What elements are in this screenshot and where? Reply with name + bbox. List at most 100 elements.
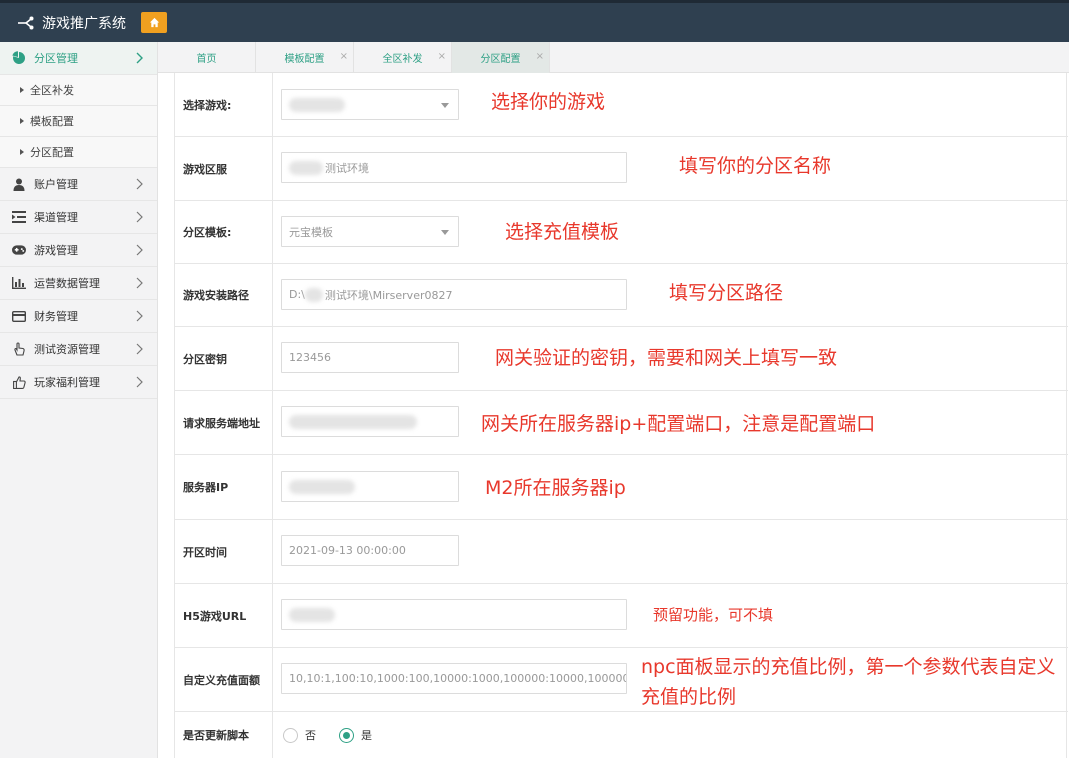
redacted-value — [289, 479, 355, 494]
thumbs-up-icon — [12, 375, 26, 389]
sidebar-item-label: 财务管理 — [34, 310, 78, 323]
update-label: 是否更新脚本 — [175, 712, 273, 758]
gamepad-icon — [12, 243, 26, 257]
sidebar-subitem-label: 全区补发 — [30, 84, 74, 97]
chevron-right-icon — [136, 52, 143, 64]
tab-home[interactable]: 首页 — [158, 42, 256, 73]
redacted-value — [289, 97, 345, 112]
sidebar-item-test-resource[interactable]: 测试资源管理 — [0, 333, 157, 366]
sidebar-item-label: 玩家福利管理 — [34, 376, 100, 389]
top-bar: 游戏推广系统 — [0, 0, 1069, 42]
install-path-input[interactable]: D:\ 测试环境\Mirserver0827 — [281, 279, 627, 310]
game-select[interactable] — [281, 89, 459, 120]
update-option-no[interactable]: 否 — [283, 727, 316, 743]
recharge-value: 10,10:1,100:10,1000:100,10000:1000,10000… — [289, 672, 627, 685]
radio-yes[interactable] — [339, 727, 354, 743]
form-row-game: 选择游戏: 选择你的游戏 — [175, 73, 1068, 137]
server-label: 游戏区服 — [175, 137, 273, 200]
hand-pointer-icon — [12, 342, 26, 356]
chevron-right-icon — [136, 310, 143, 322]
form-row-recharge: 自定义充值面额 10,10:1,100:10,1000:100,10000:10… — [175, 648, 1068, 712]
home-button[interactable] — [141, 12, 167, 33]
radio-label: 否 — [305, 729, 316, 742]
tab-label: 全区补发 — [382, 54, 423, 65]
radio-label: 是 — [361, 729, 372, 742]
note-ip: M2所在服务器ip — [485, 477, 626, 499]
partition-key-input[interactable]: 123456 — [281, 342, 459, 373]
form-row-path: 游戏安装路径 D:\ 测试环境\Mirserver0827 填写分区路径 — [175, 264, 1068, 327]
app-title: 游戏推广系统 — [42, 15, 126, 32]
close-icon[interactable]: × — [536, 52, 544, 62]
pie-chart-icon — [12, 51, 26, 65]
open-time-input[interactable]: 2021-09-13 00:00:00 — [281, 535, 459, 566]
sidebar-item-label: 游戏管理 — [34, 244, 78, 257]
h5-url-input[interactable] — [281, 599, 627, 630]
partition-config-form: 选择游戏: 选择你的游戏 游戏区服 测试环境 填写你的分区名称 分区模板: 元宝… — [174, 73, 1068, 758]
radio-no[interactable] — [283, 727, 298, 743]
sidebar-item-label: 账户管理 — [34, 178, 78, 191]
ip-label: 服务器IP — [175, 455, 273, 519]
sidebar-subitem-template[interactable]: 模板配置 — [0, 106, 157, 137]
sidebar-subitem-partition-config[interactable]: 分区配置 — [0, 137, 157, 168]
template-value: 元宝模板 — [289, 225, 333, 239]
key-placeholder: 123456 — [289, 351, 331, 364]
form-row-update: 是否更新脚本 否 是 — [175, 712, 1068, 758]
sidebar-item-partition[interactable]: 分区管理 — [0, 42, 157, 75]
server-ip-input[interactable] — [281, 471, 459, 502]
game-label: 选择游戏: — [175, 73, 273, 136]
tab-template-config[interactable]: 模板配置 × — [256, 42, 354, 73]
sidebar-subitem-label: 分区配置 — [30, 146, 74, 159]
form-row-template: 分区模板: 元宝模板 选择充值模板 — [175, 201, 1068, 264]
bar-chart-icon — [12, 276, 26, 290]
sidebar-item-label: 分区管理 — [34, 52, 78, 65]
sidebar-item-game[interactable]: 游戏管理 — [0, 234, 157, 267]
form-row-ip: 服务器IP M2所在服务器ip — [175, 455, 1068, 520]
brand[interactable]: 游戏推广系统 — [16, 3, 126, 42]
sidebar-subitem-reissue[interactable]: 全区补发 — [0, 75, 157, 106]
sidebar-subitem-label: 模板配置 — [30, 115, 74, 128]
form-row-key: 分区密钥 123456 网关验证的密钥，需要和网关上填写一致 — [175, 327, 1068, 391]
time-placeholder: 2021-09-13 00:00:00 — [289, 544, 406, 557]
caret-right-icon — [20, 149, 24, 155]
redacted-value — [289, 414, 417, 429]
tab-partition-config[interactable]: 分区配置 × — [452, 42, 550, 73]
install-path-prefix: D:\ — [289, 288, 305, 301]
caret-right-icon — [20, 118, 24, 124]
request-label: 请求服务端地址 — [175, 391, 273, 454]
chevron-right-icon — [136, 376, 143, 388]
close-icon[interactable]: × — [438, 52, 446, 62]
caret-right-icon — [20, 87, 24, 93]
note-h5: 预留功能，可不填 — [653, 606, 774, 624]
form-row-server: 游戏区服 测试环境 填写你的分区名称 — [175, 137, 1068, 201]
server-name-input[interactable]: 测试环境 — [281, 152, 627, 183]
sidebar-item-label: 渠道管理 — [34, 211, 78, 224]
sidebar-item-channel[interactable]: 渠道管理 — [0, 201, 157, 234]
note-key: 网关验证的密钥，需要和网关上填写一致 — [495, 347, 838, 369]
recharge-ratio-input[interactable]: 10,10:1,100:10,1000:100,10000:1000,10000… — [281, 663, 627, 694]
sidebar-item-ops-data[interactable]: 运营数据管理 — [0, 267, 157, 300]
close-icon[interactable]: × — [340, 52, 348, 62]
note-server: 填写你的分区名称 — [679, 155, 832, 177]
chevron-right-icon — [136, 244, 143, 256]
form-row-request: 请求服务端地址 网关所在服务器ip+配置端口，注意是配置端口 — [175, 391, 1068, 455]
sidebar-item-finance[interactable]: 财务管理 — [0, 300, 157, 333]
sidebar-item-account[interactable]: 账户管理 — [0, 168, 157, 201]
share-nodes-icon — [18, 16, 34, 29]
home-icon — [149, 17, 159, 28]
time-label: 开区时间 — [175, 520, 273, 583]
tab-reissue[interactable]: 全区补发 × — [354, 42, 452, 73]
update-option-yes[interactable]: 是 — [339, 727, 372, 743]
template-select[interactable]: 元宝模板 — [281, 216, 459, 247]
note-game: 选择你的游戏 — [491, 91, 606, 113]
request-address-input[interactable] — [281, 406, 459, 437]
chevron-right-icon — [136, 277, 143, 289]
note-recharge: npc面板显示的充值比例，第一个参数代表自定义充值的比例 — [641, 656, 1056, 708]
chevron-down-icon — [441, 230, 449, 235]
user-icon — [12, 177, 26, 191]
chevron-down-icon — [441, 103, 449, 108]
tab-label: 分区配置 — [480, 54, 521, 65]
sidebar: 分区管理 全区补发 模板配置 分区配置 账户管理 渠道管理 游戏管理 运营数据管… — [0, 42, 158, 758]
sidebar-item-player-welfare[interactable]: 玩家福利管理 — [0, 366, 157, 399]
template-label: 分区模板: — [175, 201, 273, 263]
chevron-right-icon — [136, 211, 143, 223]
